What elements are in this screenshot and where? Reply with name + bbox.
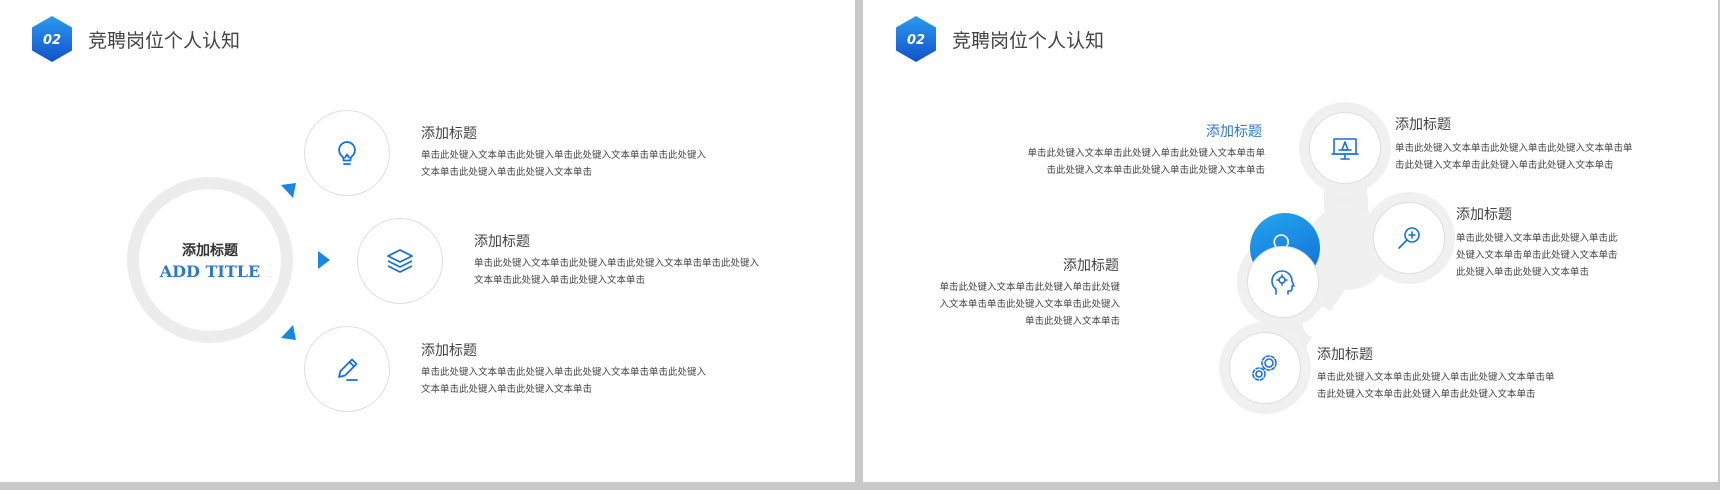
- item-circle-gears[interactable]: [1229, 332, 1301, 404]
- item-circle-head[interactable]: [1247, 246, 1319, 318]
- item-title-head: 添加标题: [1063, 258, 1119, 274]
- arrow-up-right-icon: [281, 183, 296, 198]
- item-title-3: 添加标题: [421, 343, 477, 359]
- item-circle-3[interactable]: [304, 326, 390, 412]
- item-title-presentation: 添加标题: [1395, 117, 1451, 133]
- svg-text:02: 02: [43, 33, 61, 48]
- arrow-right-icon: [318, 251, 330, 269]
- center-title: 添加标题: [182, 242, 238, 259]
- item-circle-presentation[interactable]: [1309, 112, 1381, 184]
- item-body-presentation: 单击此处键入文本单击此处键入单击此处键入文本单击单 击此处键入文本单击此处键入单击…: [1395, 143, 1633, 171]
- item-circle-2[interactable]: [357, 218, 443, 304]
- item-body-3: 单击此处键入文本单击此处键入单击此处键入文本单击单击此处键入 文本单击此处键入单击…: [421, 367, 707, 395]
- slide-left[interactable]: 02 竞聘岗位个人认知 添加标题 ADD TITLE 添加标题 单击此处键入文本…: [0, 0, 855, 482]
- item-body-1: 单击此处键入文本单击此处键入单击此处键入文本单击单击此处键入 文本单击此处键入单击…: [421, 150, 707, 178]
- section-badge: 02: [30, 15, 74, 63]
- gears-icon: [1252, 355, 1277, 381]
- item-circle-search[interactable]: [1373, 202, 1445, 274]
- head-gear-icon: [1271, 270, 1295, 295]
- arrow-down-right-icon: [281, 325, 296, 340]
- item-body-2: 单击此处键入文本单击此处键入单击此处键入文本单击单击此处键入 文本单击此处键入单击…: [474, 258, 760, 286]
- item-body-search: 单击此处键入文本单击此处键入单击此 处键入文本单击单击此处键入文本单击 此处键入单击…: [1456, 233, 1618, 278]
- item-title-idea: 添加标题: [1206, 124, 1262, 140]
- lightbulb-icon: [338, 141, 356, 165]
- item-circle-1[interactable]: [304, 110, 390, 196]
- center-subtitle: ADD TITLE: [159, 261, 261, 281]
- presentation-icon: [1331, 138, 1359, 160]
- layers-icon: [387, 249, 413, 273]
- item-body-gears: 单击此处键入文本单击此处键入单击此处键入文本单击单 击此处键入文本单击此处键入单击…: [1317, 372, 1555, 400]
- item-title-1: 添加标题: [421, 126, 477, 142]
- item-title-2: 添加标题: [474, 234, 530, 250]
- pencil-icon: [338, 358, 358, 381]
- center-circle: 添加标题 ADD TITLE: [139, 189, 281, 331]
- slide-right[interactable]: 02 竞聘岗位个人认知 添加标题 单击此处键入文本单击此处键入单击此处键入文本单…: [863, 0, 1718, 482]
- item-title-search: 添加标题: [1456, 207, 1512, 223]
- item-body-idea: 单击此处键入文本单击此处键入单击此处键入文本单击单 击此处键入文本单击此处键入单击…: [1027, 148, 1265, 176]
- item-body-head: 单击此处键入文本单击此处键入单击此处键 入文本单击单击此处键入文本单击此处键入 单击…: [939, 282, 1120, 327]
- page-title: 竞聘岗位个人认知: [88, 30, 241, 52]
- item-title-gears: 添加标题: [1317, 347, 1373, 363]
- search-plus-icon: [1398, 227, 1420, 249]
